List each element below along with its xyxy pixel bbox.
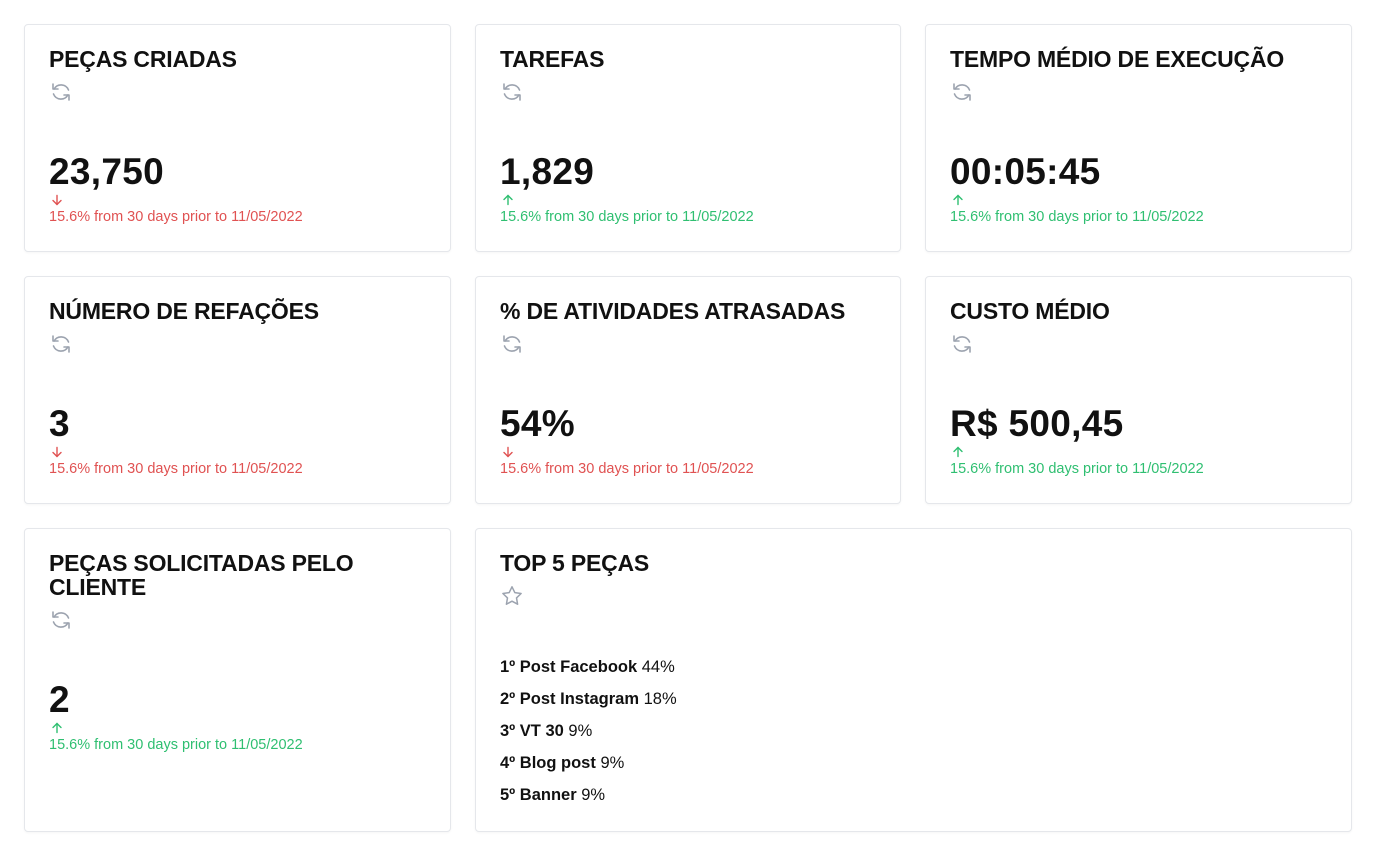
metric-value: 3	[49, 403, 70, 444]
list-item: 5º Banner 9%	[500, 785, 677, 817]
metric-value: 1,829	[500, 151, 595, 192]
trend-text: 15.6% from 30 days prior to 11/05/2022	[49, 737, 303, 753]
list-item: 2º Post Instagram 18%	[500, 689, 677, 721]
star-icon[interactable]	[500, 584, 524, 608]
refresh-icon[interactable]	[49, 608, 73, 632]
metric-value: 23,750	[49, 151, 164, 192]
refresh-icon[interactable]	[500, 80, 524, 104]
item-label: 4º Blog post	[500, 754, 596, 772]
list-item: 1º Post Facebook 44%	[500, 657, 677, 689]
card-title: PEÇAS SOLICITADAS PELO CLIENTE	[49, 550, 354, 600]
card-title: % DE ATIVIDADES ATRASADAS	[500, 298, 846, 324]
refresh-icon[interactable]	[950, 80, 974, 104]
refresh-icon[interactable]	[49, 80, 73, 104]
arrow-up-icon	[952, 446, 964, 458]
metric-value: R$ 500,45	[950, 403, 1124, 444]
trend-text: 15.6% from 30 days prior to 11/05/2022	[950, 209, 1204, 225]
trend-text: 15.6% from 30 days prior to 11/05/2022	[500, 209, 754, 225]
metric-card-atividades-atrasadas: % DE ATIVIDADES ATRASADAS 54% 15.6% from…	[475, 276, 901, 504]
card-title: TAREFAS	[500, 46, 605, 72]
item-label: 1º Post Facebook	[500, 658, 638, 676]
card-title: PEÇAS CRIADAS	[49, 46, 237, 72]
refresh-icon[interactable]	[49, 332, 73, 356]
top5-card: TOP 5 PEÇAS 1º Post Facebook 44% 2º Post…	[475, 528, 1352, 832]
metric-card-tarefas: TAREFAS 1,829 15.6% from 30 days prior t…	[475, 24, 901, 252]
card-title: TEMPO MÉDIO DE EXECUÇÃO	[950, 46, 1285, 72]
item-label: 2º Post Instagram	[500, 690, 639, 708]
item-percent: 18%	[643, 690, 677, 708]
metric-value: 54%	[500, 403, 575, 444]
item-percent: 44%	[641, 658, 675, 676]
list-item: 3º VT 30 9%	[500, 721, 677, 753]
metric-value: 2	[49, 679, 70, 720]
arrow-up-icon	[952, 194, 964, 206]
item-percent: 9%	[581, 786, 606, 804]
metric-card-numero-refacoes: NÚMERO DE REFAÇÕES 3 15.6% from 30 days …	[24, 276, 451, 504]
item-percent: 9%	[600, 754, 625, 772]
metric-card-custo-medio: CUSTO MÉDIO R$ 500,45 15.6% from 30 days…	[925, 276, 1352, 504]
trend-text: 15.6% from 30 days prior to 11/05/2022	[500, 461, 754, 477]
card-title: NÚMERO DE REFAÇÕES	[49, 298, 319, 324]
arrow-down-icon	[51, 446, 63, 458]
metric-card-pecas-solicitadas: PEÇAS SOLICITADAS PELO CLIENTE 2 15.6% f…	[24, 528, 451, 832]
metric-value: 00:05:45	[950, 151, 1101, 192]
trend-text: 15.6% from 30 days prior to 11/05/2022	[49, 461, 303, 477]
metric-card-tempo-medio: TEMPO MÉDIO DE EXECUÇÃO 00:05:45 15.6% f…	[925, 24, 1352, 252]
item-percent: 9%	[568, 722, 593, 740]
arrow-up-icon	[51, 722, 63, 734]
trend-text: 15.6% from 30 days prior to 11/05/2022	[950, 461, 1204, 477]
arrow-down-icon	[51, 194, 63, 206]
refresh-icon[interactable]	[950, 332, 974, 356]
metric-card-pecas-criadas: PEÇAS CRIADAS 23,750 15.6% from 30 days …	[24, 24, 451, 252]
refresh-icon[interactable]	[500, 332, 524, 356]
list-item: 4º Blog post 9%	[500, 753, 677, 785]
item-label: 3º VT 30	[500, 722, 564, 740]
item-label: 5º Banner	[500, 786, 577, 804]
arrow-up-icon	[502, 194, 514, 206]
card-title: CUSTO MÉDIO	[950, 298, 1110, 324]
arrow-down-icon	[502, 446, 514, 458]
card-title: TOP 5 PEÇAS	[500, 550, 650, 576]
top5-list: 1º Post Facebook 44% 2º Post Instagram 1…	[500, 657, 677, 817]
trend-text: 15.6% from 30 days prior to 11/05/2022	[49, 209, 303, 225]
